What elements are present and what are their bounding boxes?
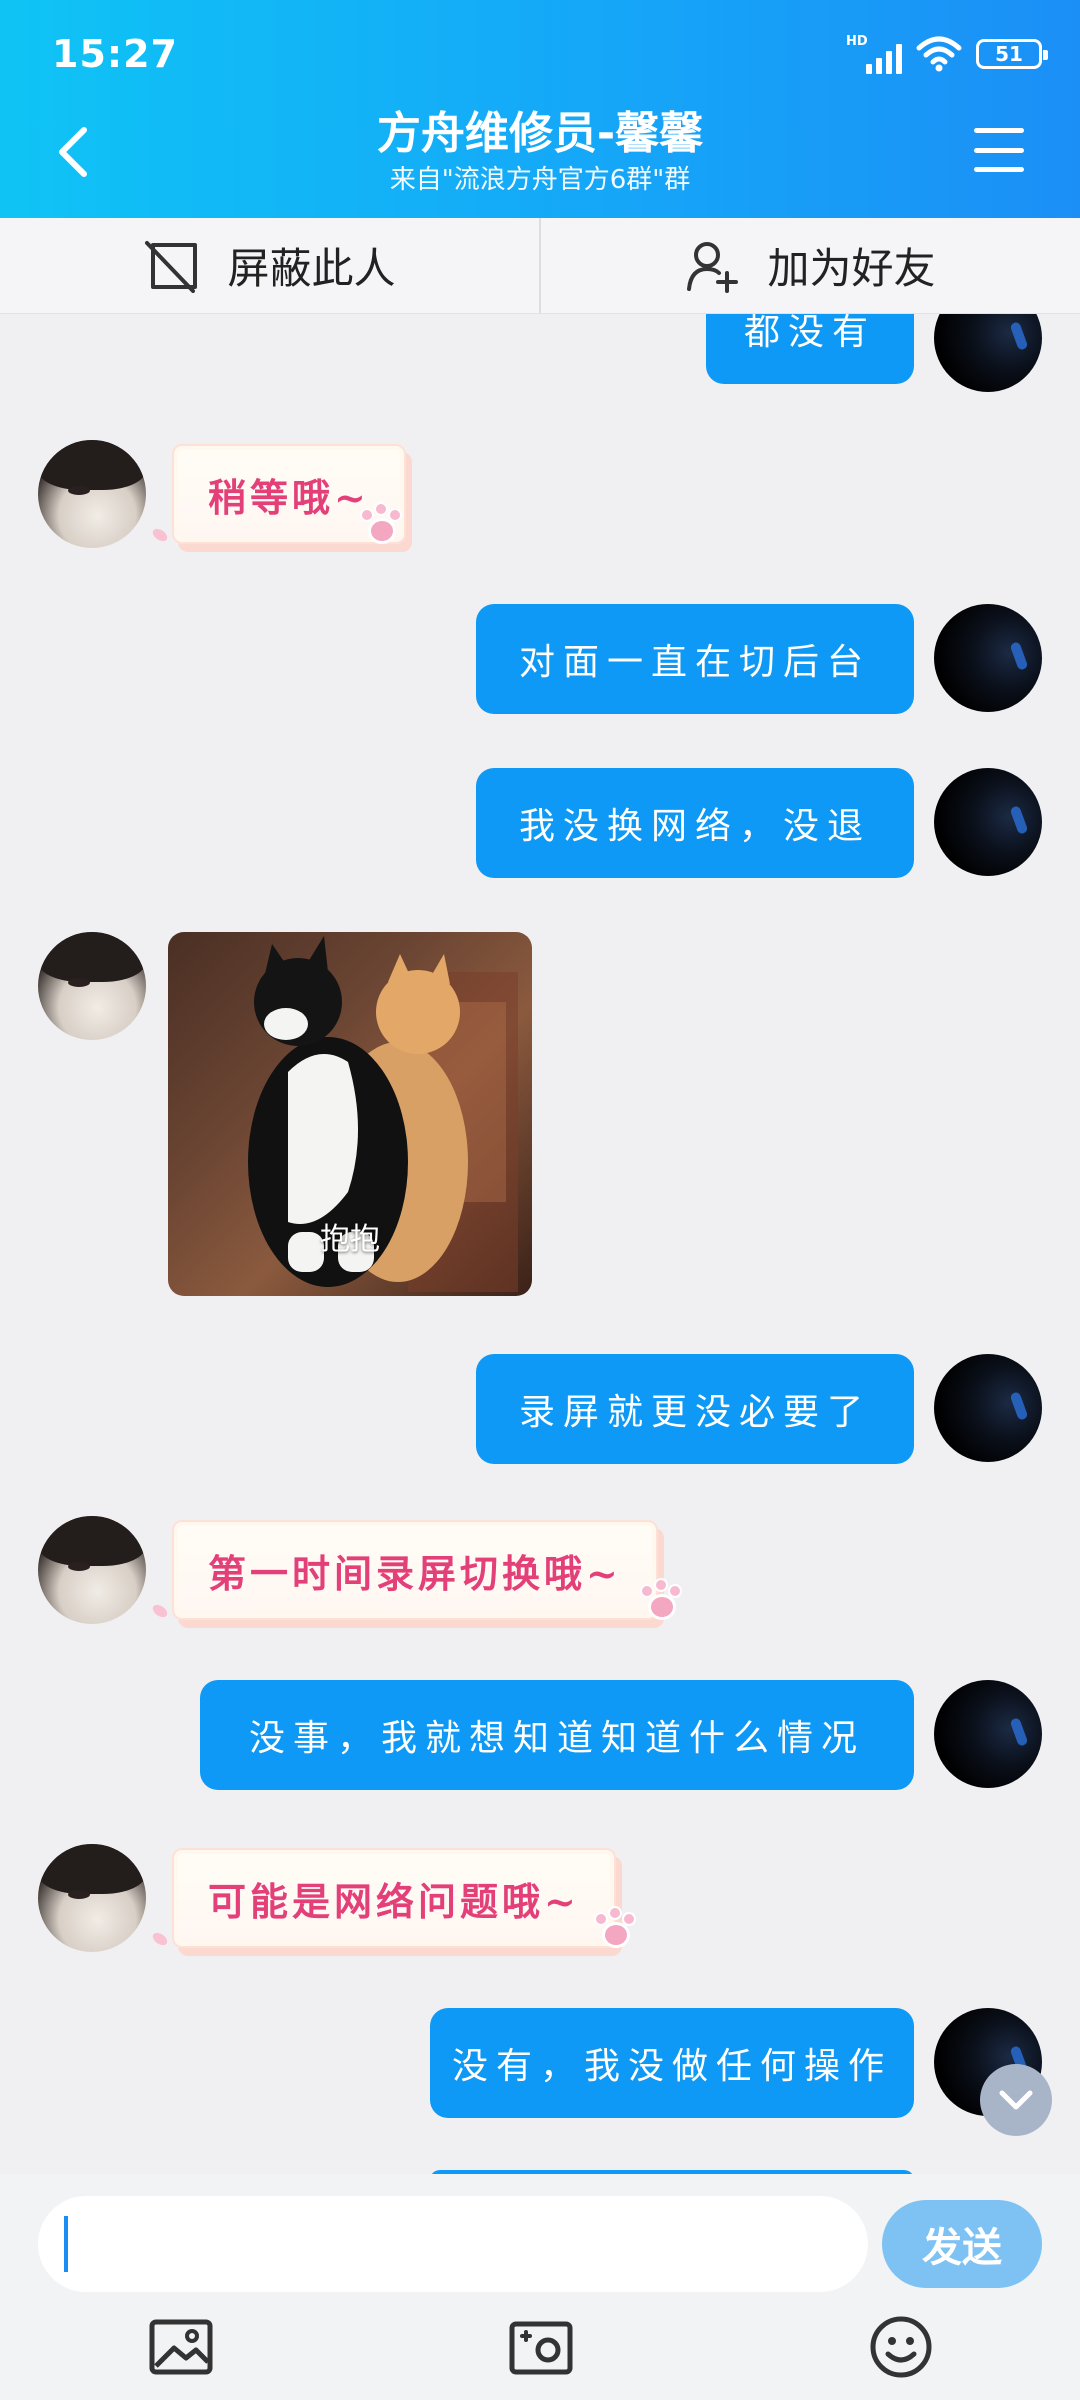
- my-message-bubble[interactable]: 都没有: [706, 314, 914, 384]
- emoji-icon: [870, 2316, 932, 2378]
- contact-avatar[interactable]: [38, 932, 146, 1040]
- scroll-to-bottom-button[interactable]: [980, 2064, 1052, 2136]
- image-caption: 抱抱: [320, 1222, 380, 1257]
- message-text: 录屏就更没必要了: [518, 1392, 871, 1433]
- input-bar: 发送: [0, 2174, 1080, 2400]
- block-user-label: 屏蔽此人: [227, 244, 396, 293]
- add-friend-button[interactable]: 加为好友: [541, 218, 1080, 313]
- title-block: 方舟维修员-馨馨 来自"流浪方舟官方6群"群: [0, 106, 1080, 198]
- network-type: HD: [846, 34, 868, 49]
- signal-icon: HD: [846, 34, 902, 74]
- sticker-text: 稍等哦~: [208, 474, 370, 520]
- paw-icon: [634, 1576, 690, 1632]
- sticker-text: 可能是网络问题哦~: [208, 1878, 580, 1924]
- add-friend-label: 加为好友: [767, 244, 936, 293]
- message-text: 对面一直在切后台: [518, 642, 871, 683]
- message-text: 没有，我没做任何操作: [452, 2046, 893, 2087]
- battery-icon: 51: [976, 39, 1048, 69]
- chevron-down-icon: [999, 2090, 1033, 2110]
- sticker-text: 第一时间录屏切换哦~: [208, 1550, 622, 1596]
- my-avatar[interactable]: [934, 768, 1042, 876]
- chat-area[interactable]: 都没有 稍等哦~ 对面一直在切后台 我没换网络，没退 抱抱 录屏就更没必要了 第…: [0, 314, 1080, 2174]
- my-avatar[interactable]: [934, 1354, 1042, 1462]
- battery-level: 51: [995, 42, 1023, 66]
- text-cursor: [64, 2216, 68, 2272]
- sticker-message[interactable]: 第一时间录屏切换哦~: [172, 1520, 658, 1620]
- petal-icon: [150, 1930, 170, 1948]
- my-message-bubble[interactable]: 没事，我就想知道知道什么情况: [200, 1680, 914, 1790]
- header: 15:27 HD 51 方舟维修员-馨馨 来自"流浪方舟官方6群"群: [0, 0, 1080, 218]
- wifi-icon: [916, 36, 962, 72]
- emoji-button[interactable]: [866, 2314, 936, 2380]
- my-message-bubble[interactable]: 录屏就更没必要了: [476, 1354, 914, 1464]
- camera-button[interactable]: [506, 2314, 576, 2380]
- petal-icon: [150, 526, 170, 544]
- sticker-message[interactable]: 可能是网络问题哦~: [172, 1848, 616, 1948]
- menu-button[interactable]: [974, 128, 1024, 172]
- menu-icon: [974, 128, 1024, 133]
- contact-avatar[interactable]: [38, 440, 146, 548]
- status-time: 15:27: [52, 32, 178, 76]
- image-message[interactable]: 抱抱: [168, 932, 532, 1296]
- message-text: 没事，我就想知道知道什么情况: [248, 1718, 865, 1759]
- paw-icon: [588, 1904, 644, 1960]
- contact-avatar[interactable]: [38, 1516, 146, 1624]
- send-label: 发送: [922, 2225, 1002, 2271]
- my-message-bubble[interactable]: 没有，我没做任何操作: [430, 2008, 914, 2118]
- camera-icon: [509, 2321, 573, 2375]
- my-avatar[interactable]: [934, 604, 1042, 712]
- page-subtitle: 来自"流浪方舟官方6群"群: [389, 165, 691, 195]
- status-icons: HD 51: [846, 30, 1048, 78]
- my-avatar[interactable]: [934, 1680, 1042, 1788]
- page-title: 方舟维修员-馨馨: [376, 108, 704, 159]
- image-button[interactable]: [146, 2314, 216, 2380]
- message-text: 都没有: [743, 314, 876, 353]
- image-icon: [149, 2319, 213, 2375]
- message-text: 我没换网络，没退: [518, 806, 871, 847]
- send-button[interactable]: 发送: [882, 2200, 1042, 2288]
- contact-avatar[interactable]: [38, 1844, 146, 1952]
- message-input[interactable]: [38, 2196, 868, 2292]
- action-bar: 屏蔽此人 加为好友: [0, 218, 1080, 314]
- paw-icon: [354, 500, 410, 556]
- block-user-button[interactable]: 屏蔽此人: [0, 218, 539, 313]
- my-message-bubble[interactable]: 对面一直在切后台: [476, 604, 914, 714]
- petal-icon: [150, 1602, 170, 1620]
- block-icon: [145, 240, 198, 293]
- my-avatar[interactable]: [934, 314, 1042, 392]
- add-user-icon: [687, 241, 739, 293]
- my-message-bubble[interactable]: 我没换网络，没退: [476, 768, 914, 878]
